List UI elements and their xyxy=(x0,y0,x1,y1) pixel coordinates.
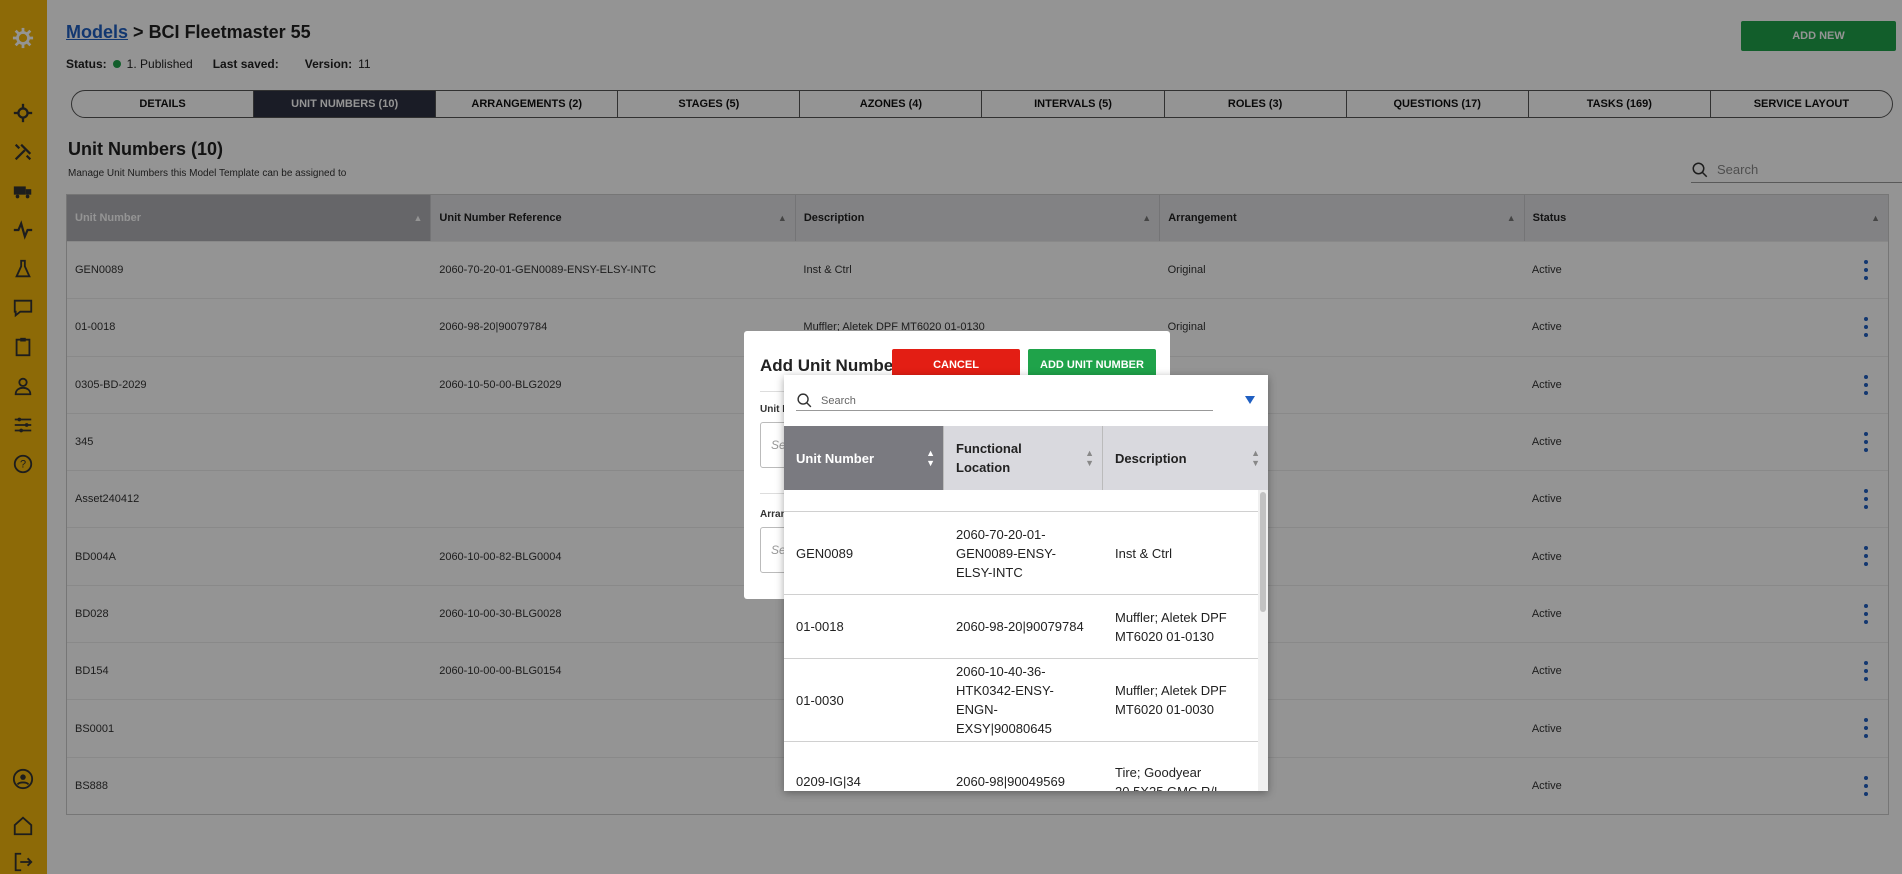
lookup-cell: 2060-70-20-01-GEN0089-ENSY-ELSY-INTC xyxy=(956,526,1056,580)
lookup-cell: 01-0018 xyxy=(796,619,844,634)
lookup-scrollbar[interactable] xyxy=(1258,490,1268,791)
column-label: Functional Location xyxy=(956,441,1022,475)
lookup-row[interactable]: 01-0030 2060-10-40-36-HTK0342-ENSY-ENGN-E… xyxy=(784,659,1258,742)
search-icon xyxy=(797,393,812,408)
lookup-row[interactable] xyxy=(784,490,1258,512)
lookup-cell: 2060-98|90049569 xyxy=(956,774,1065,789)
lookup-cell xyxy=(784,490,944,511)
lookup-row[interactable]: 01-0018 2060-98-20|90079784 Muffler; Alete… xyxy=(784,595,1258,659)
dialog-title: Add Unit Number xyxy=(760,356,900,375)
lookup-cell xyxy=(1103,490,1258,511)
lookup-table-body: GEN0089 2060-70-20-01-GEN0089-ENSY-ELSY-I… xyxy=(784,490,1258,791)
lookup-cell: 01-0030 xyxy=(796,692,844,708)
lookup-row[interactable]: 0209-IG|34 2060-98|90049569 Tire; Goodyear… xyxy=(784,742,1258,792)
unit-number-lookup-dropdown: Search Unit Number ▲ ▼ Functional Location… xyxy=(784,375,1268,791)
column-label: Unit Number xyxy=(796,450,874,466)
lookup-search-input[interactable]: Search xyxy=(821,395,856,407)
sort-arrows-icon: ▲ ▼ xyxy=(1085,448,1094,468)
lookup-cell: GEN0089 xyxy=(796,545,854,561)
lookup-cell: Inst & Ctrl xyxy=(1115,545,1173,561)
column-label: Description xyxy=(1115,450,1187,466)
arrangement-field-label: Arran xyxy=(760,509,787,520)
lookup-cell: Muffler; Aletek DPF MT6020 01-0130 xyxy=(1115,609,1227,644)
lookup-column-functional-location[interactable]: Functional Location ▲ ▼ xyxy=(944,426,1103,490)
filter-icon[interactable] xyxy=(1244,394,1256,406)
sort-arrows-icon: ▲ ▼ xyxy=(1251,448,1260,468)
lookup-cell: Muffler; Aletek DPF MT6020 01-0030 xyxy=(1115,683,1227,717)
lookup-cell xyxy=(944,490,1103,511)
lookup-cell: 2060-98-20|90079784 xyxy=(956,619,1084,634)
scrollbar-thumb[interactable] xyxy=(1260,492,1266,612)
lookup-cell: 0209-IG|34 xyxy=(796,774,861,789)
lookup-column-description[interactable]: Description ▲ ▼ xyxy=(1103,426,1268,490)
lookup-cell: Tire; Goodyear 20.5X25 GMC R/L xyxy=(1115,764,1222,792)
sort-arrows-icon: ▲ ▼ xyxy=(926,448,935,468)
lookup-search[interactable]: Search xyxy=(796,391,1213,411)
lookup-column-unit-number[interactable]: Unit Number ▲ ▼ xyxy=(784,426,944,490)
lookup-cell: 2060-10-40-36-HTK0342-ENSY-ENGN-EXSY|900… xyxy=(956,664,1054,736)
lookup-row[interactable]: GEN0089 2060-70-20-01-GEN0089-ENSY-ELSY-I… xyxy=(784,512,1258,595)
lookup-table-header: Unit Number ▲ ▼ Functional Location ▲ ▼ Desc… xyxy=(784,426,1268,490)
